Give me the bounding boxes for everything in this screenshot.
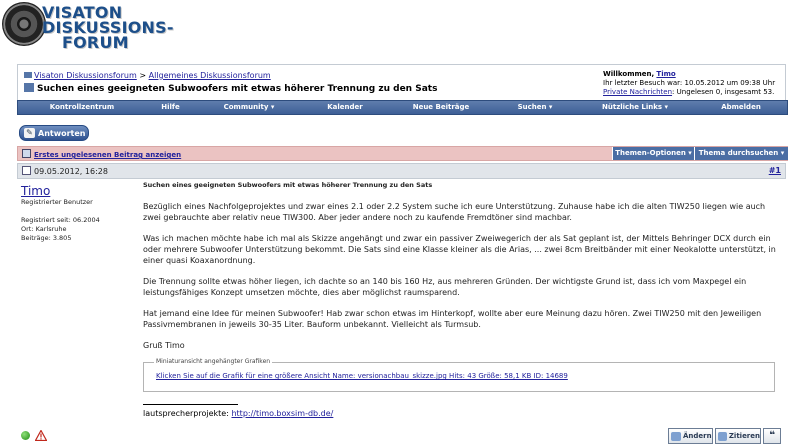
quote-button-label: Zitieren — [728, 432, 760, 440]
last-visit: Ihr letzter Besuch war: 10.05.2012 um 09… — [603, 79, 776, 87]
breadcrumb: Visaton Diskussionsforum > Allgemeines D… — [24, 71, 271, 80]
menu-item-logout[interactable]: Abmelden — [695, 101, 787, 114]
breadcrumb-home-link[interactable]: Visaton Diskussionsforum — [34, 71, 137, 80]
menu-item-search[interactable]: Suchen ▾ — [495, 101, 575, 114]
signature-prefix: lautsprecherprojekte: — [143, 409, 229, 418]
thread-title-row: Suchen eines geeigneten Subwoofers mit e… — [24, 83, 437, 94]
menu-item-help[interactable]: Hilfe — [146, 101, 195, 114]
signature: lautsprecherprojekte: http://timo.boxsim… — [143, 409, 333, 418]
main-menu: Kontrollzentrum Hilfe Community ▾ Kalend… — [17, 100, 788, 115]
pm-status: : Ungelesen 0, insgesamt 53. — [672, 88, 775, 96]
post-date-row: 09.05.2012, 16:28 — [22, 166, 108, 176]
menu-item-community[interactable]: Community ▾ — [195, 101, 303, 114]
edit-icon — [671, 431, 681, 441]
breadcrumb-section-link[interactable]: Allgemeines Diskussionsforum — [149, 71, 271, 80]
post-title: Suchen eines geeigneten Subwoofers mit e… — [143, 181, 433, 189]
author-joined: Registriert seit: 06.2004 — [21, 216, 100, 224]
forum-logo[interactable]: VISATON DISKUSSIONS- FORUM — [0, 0, 174, 62]
post-author: Timo Registrierter Benutzer Registriert … — [21, 184, 136, 243]
thread-title: Suchen eines geeigneten Subwoofers mit e… — [37, 84, 438, 94]
online-status-icon — [21, 431, 30, 440]
reply-button-label: Antworten — [38, 128, 86, 138]
post-paragraph: Was ich machen möchte habe ich mal als S… — [143, 234, 776, 265]
quote-button[interactable]: Zitieren — [715, 428, 761, 444]
logo-line-3: FORUM — [62, 33, 129, 52]
post-paragraph: Bezüglich eines Nachfolgeprojektes und z… — [143, 202, 766, 222]
author-posts: Beiträge: 3.805 — [21, 234, 72, 242]
multi-quote-icon: ❝ — [769, 430, 775, 441]
post-body: Suchen eines geeigneten Subwoofers mit e… — [143, 180, 783, 361]
private-messages-link[interactable]: Private Nachrichten — [603, 88, 672, 96]
author-location: Ort: Karlsruhe — [21, 225, 67, 233]
thread-tools-bar: Erstes ungelesenen Beitrag anzeigen Them… — [17, 146, 788, 161]
edit-button[interactable]: Ändern — [668, 428, 713, 444]
reply-icon: ✎ — [24, 128, 35, 138]
multi-quote-button[interactable]: ❝ — [763, 428, 781, 444]
forum-home-icon — [24, 72, 32, 78]
menu-item-new-posts[interactable]: Neue Beiträge — [387, 101, 495, 114]
post-date: 09.05.2012, 16:28 — [34, 167, 108, 176]
first-unread-icon — [22, 149, 31, 158]
menu-item-control-panel[interactable]: Kontrollzentrum — [18, 101, 146, 114]
quote-icon — [718, 431, 727, 441]
welcome-user-link[interactable]: Timo — [656, 70, 675, 78]
author-name[interactable]: Timo — [21, 184, 136, 198]
edit-button-label: Ändern — [683, 432, 712, 440]
menu-item-useful-links[interactable]: Nützliche Links ▾ — [575, 101, 695, 114]
post-header: 09.05.2012, 16:28 #1 — [17, 163, 786, 179]
thread-options-dropdown[interactable]: Themen-Optionen ▾ — [612, 147, 694, 160]
first-unread-link[interactable]: Erstes ungelesenen Beitrag anzeigen — [34, 151, 181, 159]
speaker-icon — [2, 2, 46, 46]
first-unread: Erstes ungelesenen Beitrag anzeigen — [22, 149, 181, 159]
attachments-legend: Miniaturansicht angehängter Grafiken — [154, 358, 273, 365]
post-icon — [22, 166, 31, 175]
report-post-icon[interactable] — [35, 430, 47, 441]
post-greeting: Gruß Timo — [143, 341, 185, 350]
thread-arrow-icon — [24, 83, 34, 92]
thread-search-dropdown[interactable]: Thema durchsuchen ▾ — [694, 147, 788, 160]
navbar: Visaton Diskussionsforum > Allgemeines D… — [17, 64, 786, 102]
welcome-greeting: Willkommen, — [603, 70, 655, 78]
post-paragraph: Die Trennung sollte etwas höher liegen, … — [143, 277, 747, 297]
post-number-link[interactable]: #1 — [769, 166, 781, 175]
attachment-link[interactable]: Klicken Sie auf die Grafik für eine größ… — [156, 372, 568, 380]
post-paragraph: Hat jemand eine Idee für meinen Subwoofe… — [143, 309, 762, 329]
attachments-box: Miniaturansicht angehängter Grafiken Kli… — [143, 358, 775, 392]
menu-item-calendar[interactable]: Kalender — [303, 101, 387, 114]
signature-link[interactable]: http://timo.boxsim-db.de/ — [231, 409, 333, 418]
breadcrumb-separator: > — [139, 71, 147, 80]
reply-button[interactable]: ✎ Antworten — [19, 125, 89, 141]
author-rank: Registrierter Benutzer — [21, 198, 93, 206]
signature-divider — [143, 404, 238, 405]
welcome-box: Willkommen, Timo Ihr letzter Besuch war:… — [603, 70, 775, 97]
